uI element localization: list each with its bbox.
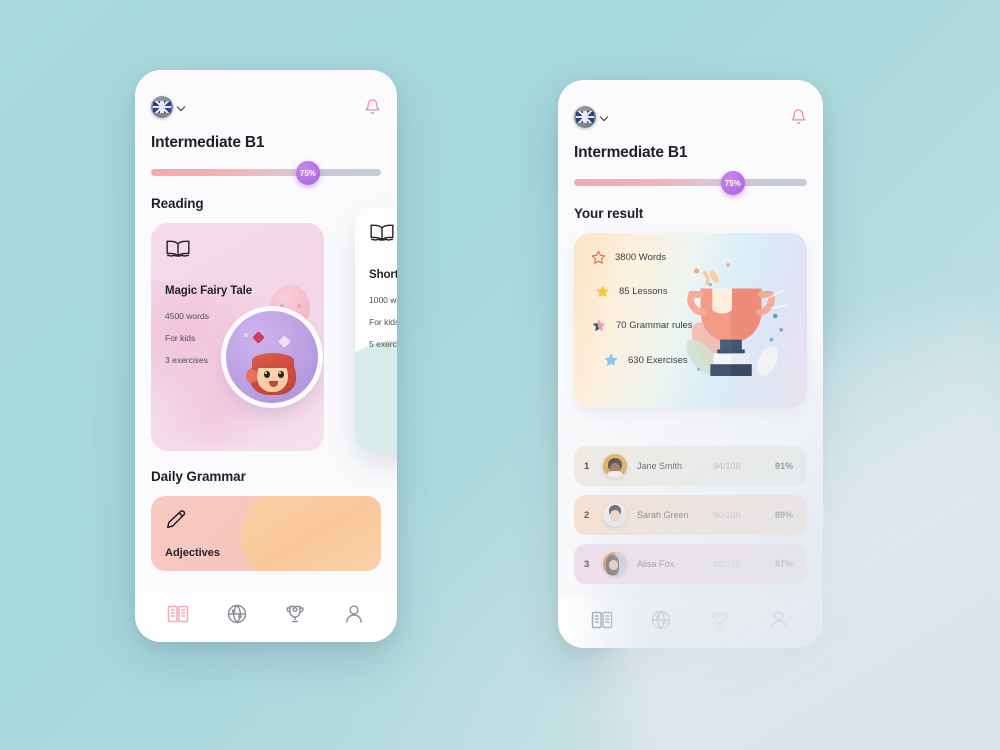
story-title: Short Story xyxy=(369,269,397,281)
character-illustration-girl xyxy=(226,311,318,403)
player-score: 94/108 xyxy=(713,461,741,471)
progress-knob[interactable]: 75% xyxy=(720,171,745,195)
level-progress-bar[interactable]: 75% xyxy=(151,161,381,185)
level-title: Intermediate B1 xyxy=(151,134,265,151)
nav-item-explore[interactable] xyxy=(649,608,673,632)
stat-row-exercises: 630 Exercises xyxy=(602,351,807,369)
avatar xyxy=(603,454,627,478)
home-screen: Intermediate B1 75% Reading Magic Fairy … xyxy=(135,70,397,642)
pencil-icon xyxy=(167,510,186,528)
nav-item-explore[interactable] xyxy=(225,602,249,626)
star-yellow-icon xyxy=(596,285,609,298)
story-card-short-story[interactable]: Short Story 1000 words For kids 5 exerci… xyxy=(355,207,397,450)
grammar-section-title: Daily Grammar xyxy=(151,469,246,484)
progress-track xyxy=(574,179,807,186)
grammar-label: Adjectives xyxy=(165,547,221,559)
stat-row-lessons: 85 Lessons xyxy=(594,283,807,300)
decorative-blob xyxy=(355,340,397,450)
nav-item-achievements[interactable] xyxy=(708,608,732,632)
person-icon xyxy=(771,611,788,629)
nav-item-profile[interactable] xyxy=(767,608,791,632)
progress-track xyxy=(151,169,381,176)
table-row[interactable]: 3 Alisa Fox 88/108 87% xyxy=(574,544,807,584)
language-selector[interactable] xyxy=(574,106,610,128)
book-open-icon xyxy=(591,611,612,629)
globe-icon xyxy=(651,610,671,630)
stat-label: 85 Lessons xyxy=(619,286,668,297)
decorative-blob xyxy=(241,496,381,571)
book-open-icon xyxy=(168,605,189,623)
trophy-icon xyxy=(711,611,729,629)
story-meta-list: 1000 words For kids 5 exercises xyxy=(369,295,397,349)
result-section-title: Your result xyxy=(574,206,644,221)
player-percent: 87% xyxy=(774,559,793,569)
nav-item-achievements[interactable] xyxy=(283,602,307,626)
phone-screen-home: Intermediate B1 75% Reading Magic Fairy … xyxy=(135,70,397,642)
table-row[interactable]: 1 Jane Smith 94/108 91% xyxy=(574,446,807,486)
level-progress-bar[interactable]: 75% xyxy=(574,171,807,195)
story-meta-item: 1000 words xyxy=(369,295,397,305)
result-stats-list: 3800 Words 85 Lessons 70 Grammar rules 6… xyxy=(574,233,807,369)
nav-item-profile[interactable] xyxy=(342,602,366,626)
app-background: Intermediate B1 75% Reading Magic Fairy … xyxy=(0,0,1000,750)
phone-screen-results: Intermediate B1 75% Your result 3800 Wor… xyxy=(558,80,823,648)
avatar xyxy=(603,552,627,576)
globe-icon xyxy=(227,604,246,624)
level-title: Intermediate B1 xyxy=(574,144,688,161)
stat-label: 70 Grammar rules xyxy=(616,320,693,331)
player-name: Alisa Fox xyxy=(637,559,675,569)
star-navy-icon xyxy=(592,319,606,332)
player-name: Sarah Green xyxy=(637,510,689,520)
reading-section-title: Reading xyxy=(151,196,204,211)
bell-icon[interactable] xyxy=(364,98,381,116)
table-row[interactable]: 2 Sarah Green 90/108 89% xyxy=(574,495,807,535)
rank-number: 1 xyxy=(584,460,590,472)
player-percent: 91% xyxy=(774,461,793,471)
stat-row-grammar: 70 Grammar rules xyxy=(590,317,807,334)
story-card-magic-fairy-tale[interactable]: Magic Fairy Tale 4500 words For kids 3 e… xyxy=(151,223,324,451)
chevron-down-icon[interactable] xyxy=(178,103,187,112)
results-screen: Intermediate B1 75% Your result 3800 Wor… xyxy=(558,80,823,648)
avatar xyxy=(603,503,627,527)
bell-icon[interactable] xyxy=(790,108,807,126)
top-bar xyxy=(151,70,381,118)
stat-label: 3800 Words xyxy=(615,252,667,263)
bottom-navigation-right xyxy=(558,598,823,648)
star-blue-icon xyxy=(604,353,618,366)
uk-flag-avatar[interactable] xyxy=(151,96,173,118)
chevron-down-icon[interactable] xyxy=(601,113,610,122)
book-icon xyxy=(166,240,190,257)
progress-knob[interactable]: 75% xyxy=(295,161,320,185)
nav-item-reading[interactable] xyxy=(590,608,614,632)
star-outline-icon xyxy=(591,250,606,264)
player-name: Jane Smith xyxy=(637,461,683,471)
result-summary-card: 3800 Words 85 Lessons 70 Grammar rules 6… xyxy=(574,233,807,408)
leaderboard: 1 Jane Smith 94/108 91% 2 Sarah Green 90… xyxy=(574,446,807,584)
uk-flag-avatar[interactable] xyxy=(574,106,596,128)
player-score: 88/108 xyxy=(713,559,741,569)
stat-label: 630 Exercises xyxy=(628,354,688,366)
person-icon xyxy=(345,605,362,623)
top-bar xyxy=(574,80,807,128)
bottom-navigation-left xyxy=(135,592,397,642)
language-selector[interactable] xyxy=(151,96,187,118)
rank-number: 3 xyxy=(584,558,590,570)
player-score: 90/108 xyxy=(713,510,741,520)
reading-cards-row: Magic Fairy Tale 4500 words For kids 3 e… xyxy=(151,207,397,451)
story-meta-item: For kids xyxy=(369,317,397,327)
story-meta-item: 5 exercises xyxy=(369,339,397,349)
book-icon xyxy=(370,224,394,241)
trophy-icon xyxy=(286,605,304,623)
stat-row-words: 3800 Words xyxy=(590,249,807,266)
player-percent: 89% xyxy=(774,510,793,520)
nav-item-reading[interactable] xyxy=(166,602,190,626)
grammar-card-adjectives[interactable]: Adjectives xyxy=(151,496,381,571)
rank-number: 2 xyxy=(584,509,590,521)
